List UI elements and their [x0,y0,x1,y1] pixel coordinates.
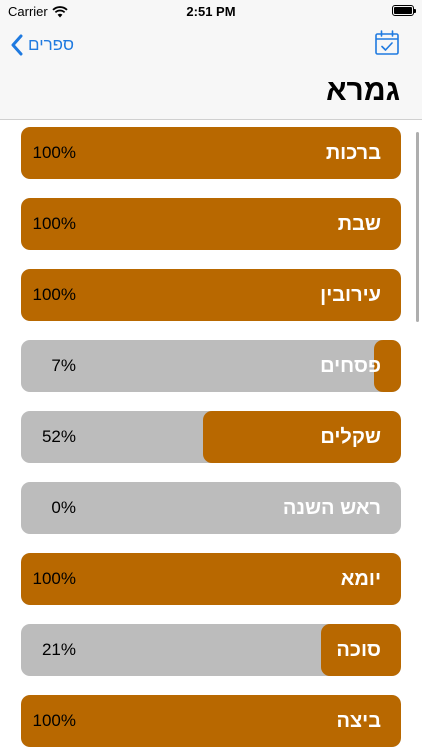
tractate-row[interactable]: ביצה 100% [21,695,401,747]
calendar-button[interactable] [372,28,402,58]
tractate-percent: 0% [51,498,76,517]
tractate-list[interactable]: ברכות 100% שבת 100% עירובין 100% פסחים 7… [0,120,422,750]
navigation-bar: ספרים גמרא [0,22,422,120]
tractate-percent: 100% [32,285,76,304]
tractate-percent: 100% [32,214,76,233]
status-bar: Carrier 2:51 PM [0,0,422,22]
tractate-name: יומא [340,568,381,590]
battery-icon [392,5,416,16]
tractate-row[interactable]: שבת 100% [21,198,401,250]
tractate-row[interactable]: ראש השנה 0% [21,482,401,534]
tractate-row[interactable]: יומא 100% [21,553,401,605]
scroll-indicator[interactable] [416,132,419,322]
tractate-percent: 52% [41,427,76,446]
tractate-row[interactable]: סוכה 21% [21,624,401,676]
tractate-name: ברכות [325,142,381,164]
chevron-left-icon [11,34,23,56]
tractate-name: ביצה [336,710,381,732]
tractate-name: סוכה [336,639,381,661]
back-button[interactable]: ספרים [10,30,74,60]
calendar-icon [375,30,399,55]
page-title: גמרא [326,74,400,107]
tractate-name: עירובין [320,284,381,306]
tractate-name: שבת [337,213,381,235]
tractate-row[interactable]: ברכות 100% [21,127,401,179]
tractate-name: ראש השנה [282,497,381,519]
tractate-name: פסחים [320,355,381,377]
tractate-row[interactable]: שקלים 52% [21,411,401,463]
tractate-name: שקלים [320,426,381,448]
tractate-row[interactable]: עירובין 100% [21,269,401,321]
tractate-percent: 7% [51,356,76,375]
status-time: 2:51 PM [186,4,236,19]
tractate-percent: 100% [32,143,76,162]
tractate-percent: 21% [41,640,76,659]
back-button-label: ספרים [28,35,75,54]
tractate-percent: 100% [32,711,76,730]
tractate-row[interactable]: פסחים 7% [21,340,401,392]
tractate-percent: 100% [32,569,76,588]
